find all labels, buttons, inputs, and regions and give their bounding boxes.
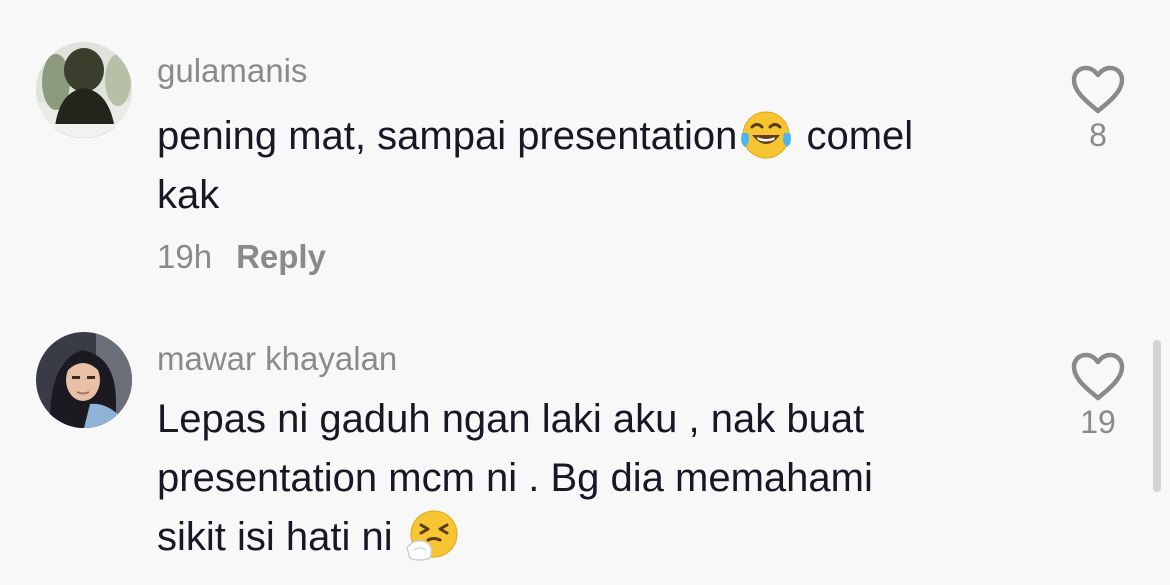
comment-time: 19h — [157, 238, 213, 275]
face-with-tears-of-joy-icon — [739, 107, 793, 161]
reply-button[interactable]: Reply — [236, 238, 326, 275]
like-button[interactable]: 8 — [1066, 65, 1130, 154]
heart-icon[interactable] — [1070, 65, 1126, 115]
comment-item: mawar khayalan Lepas ni gaduh ngan laki … — [0, 300, 1170, 585]
avatar[interactable] — [36, 42, 132, 138]
comment-text: Lepas ni gaduh ngan laki aku , nak buat … — [157, 390, 1037, 567]
like-button[interactable]: 19 — [1066, 352, 1130, 441]
comment-username[interactable]: gulamanis — [157, 52, 307, 90]
heart-icon[interactable] — [1070, 352, 1126, 402]
comment-text-part: Lepas ni gaduh ngan laki aku , nak buat … — [157, 397, 873, 559]
scrollbar[interactable] — [1153, 340, 1161, 492]
sneezing-face-icon — [405, 508, 460, 562]
comment-text-part: pening mat, sampai presentation — [157, 114, 738, 158]
comment-text: pening mat, sampai presentation comel ka… — [157, 107, 1037, 225]
comment-meta: 19h Reply — [157, 238, 326, 276]
comment-item: gulamanis pening mat, sampai presentatio… — [0, 0, 1170, 300]
like-count: 8 — [1089, 117, 1107, 153]
comment-username[interactable]: mawar khayalan — [157, 340, 397, 378]
like-count: 19 — [1080, 404, 1116, 440]
avatar[interactable] — [36, 332, 132, 428]
